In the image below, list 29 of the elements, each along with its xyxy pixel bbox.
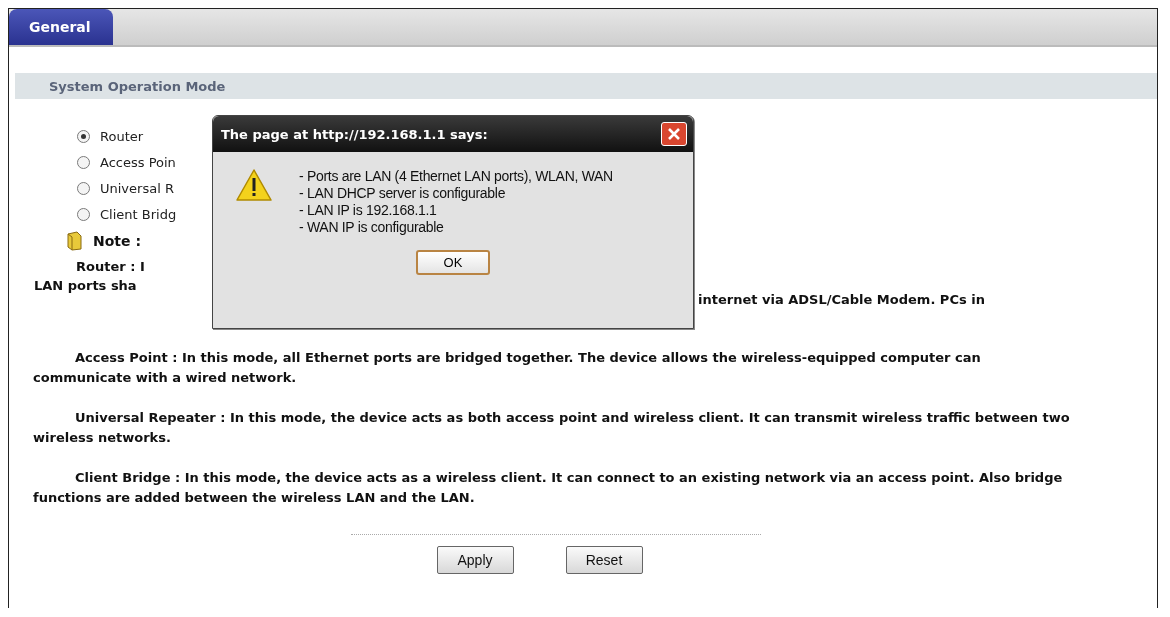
radio-button[interactable]: [77, 129, 90, 143]
mode-description: Access Point : In this mode, all Ethernet ports are bridged together. The device allows the wireless-equipped computer can communicate with a wired network.: [33, 349, 982, 387]
reset-button[interactable]: Reset: [565, 546, 643, 574]
close-button[interactable]: [661, 122, 687, 146]
radio-button[interactable]: [77, 155, 90, 169]
radio-label: Router: [100, 128, 144, 144]
ok-button[interactable]: OK: [416, 250, 490, 275]
radio-label: Client Bridg: [100, 206, 177, 222]
mode-description: Universal Repeater : In this mode, the device acts as both access point and wireless client. It can transmit wireless traffic between two wireless networks.: [33, 409, 1071, 447]
radio-button[interactable]: [77, 207, 90, 221]
apply-button[interactable]: Apply: [436, 546, 514, 574]
dialog-message-line: - WAN IP is configurable: [299, 219, 445, 236]
close-icon: [667, 127, 681, 141]
mode-description: Client Bridge : In this mode, the device acts as a wireless client. It can connect to an existing network via an access point. Also bridge functions are added between the wireless LAN and the LAN.: [33, 469, 1064, 507]
dialog-message-line: - Ports are LAN (4 Ethernet LAN ports), WLAN, WAN: [299, 168, 613, 185]
note-label: Note :: [93, 233, 141, 249]
router-note-text: Router : I: [76, 259, 146, 274]
radio-button[interactable]: [77, 181, 90, 195]
router-note-text: LAN ports sha: [34, 278, 138, 293]
router-note-text: internet via ADSL/Cable Modem. PCs in: [698, 292, 986, 307]
section-header: System Operation Mode: [15, 73, 1157, 99]
dialog-message-line: - LAN IP is 192.168.1.1: [299, 202, 438, 219]
general-tab[interactable]: General: [9, 9, 113, 45]
dialog-message-line: - LAN DHCP server is configurable: [299, 185, 507, 202]
dialog-title: The page at http://192.168.1.1 says:: [221, 126, 488, 142]
note-icon: [65, 231, 85, 251]
radio-label: Access Poin: [100, 154, 176, 170]
radio-label: Universal R: [100, 180, 174, 196]
warning-icon: [235, 168, 273, 202]
